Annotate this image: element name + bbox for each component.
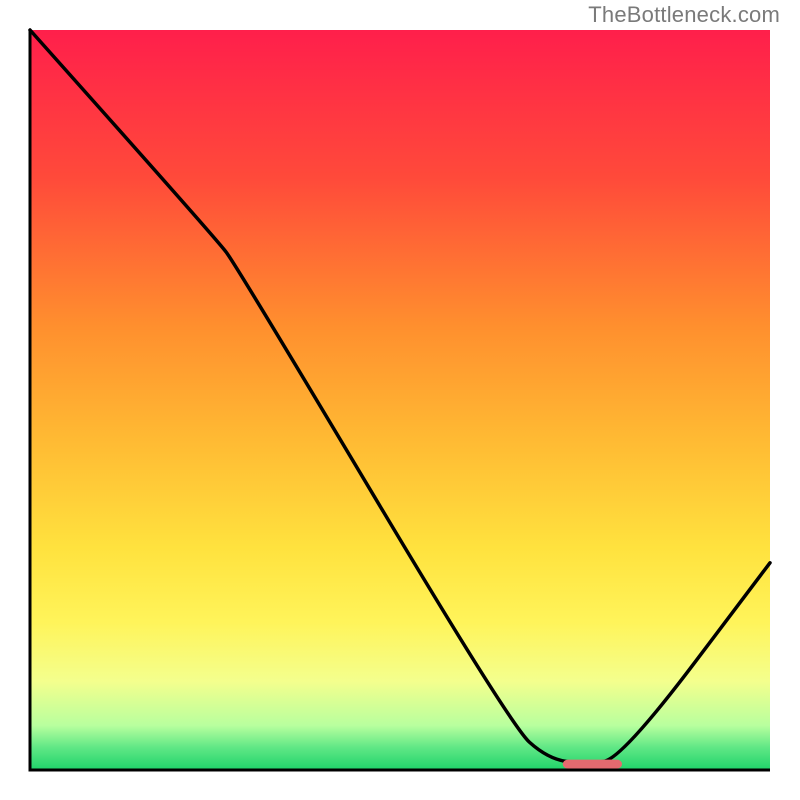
optimal-zone-marker	[563, 760, 622, 769]
plot-background	[30, 30, 770, 770]
chart-container: TheBottleneck.com	[0, 0, 800, 800]
bottleneck-chart	[0, 0, 800, 800]
